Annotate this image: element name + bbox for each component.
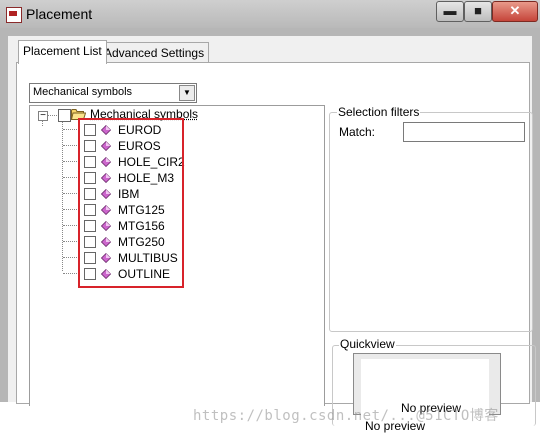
- category-dropdown-value: Mechanical symbols: [33, 86, 133, 98]
- title-bar: Placement ▬ ■ ✕: [0, 0, 540, 29]
- tree-connector: [63, 145, 79, 146]
- window-frame: Placement List Advanced Settings Mechani…: [0, 28, 540, 433]
- selection-filters-title: Selection filters: [337, 105, 421, 119]
- tree-connector: [48, 115, 57, 116]
- tree-connector: [63, 193, 79, 194]
- symbol-tree[interactable]: − Mechanical symbols EUROD EUROS HOLE_CIR2…: [29, 105, 325, 406]
- selection-filters-group: [329, 112, 533, 332]
- match-input[interactable]: [403, 122, 525, 142]
- tab-placement-list[interactable]: Placement List: [18, 40, 107, 64]
- tree-connector: [63, 177, 79, 178]
- minimize-button[interactable]: ▬: [436, 1, 464, 22]
- tree-connector: [62, 121, 63, 271]
- highlight-box: [78, 118, 184, 288]
- tree-connector: [63, 161, 79, 162]
- collapse-toggle[interactable]: −: [38, 111, 48, 121]
- root-checkbox[interactable]: [58, 109, 71, 122]
- tree-connector: [63, 273, 79, 274]
- maximize-button[interactable]: ■: [464, 1, 492, 22]
- tree-connector: [63, 209, 79, 210]
- close-button[interactable]: ✕: [492, 1, 538, 22]
- quickview-title: Quickview: [339, 337, 396, 351]
- tab-panel: Mechanical symbols ▼ − Mechanical symbol…: [16, 62, 536, 433]
- match-label: Match:: [339, 125, 376, 139]
- app-icon: [6, 7, 22, 23]
- tree-connector: [63, 241, 79, 242]
- chevron-down-icon[interactable]: ▼: [179, 85, 195, 101]
- tree-connector: [63, 257, 79, 258]
- tree-connector: [63, 225, 79, 226]
- watermark-text: https://blog.csdn.net/...@51CTO博客: [193, 408, 499, 424]
- tree-connector: [63, 129, 79, 130]
- category-dropdown[interactable]: Mechanical symbols ▼: [29, 83, 197, 103]
- tab-advanced-settings[interactable]: Advanced Settings: [99, 42, 210, 63]
- window-title: Placement: [26, 6, 93, 22]
- dialog-client: Placement List Advanced Settings Mechani…: [8, 36, 536, 433]
